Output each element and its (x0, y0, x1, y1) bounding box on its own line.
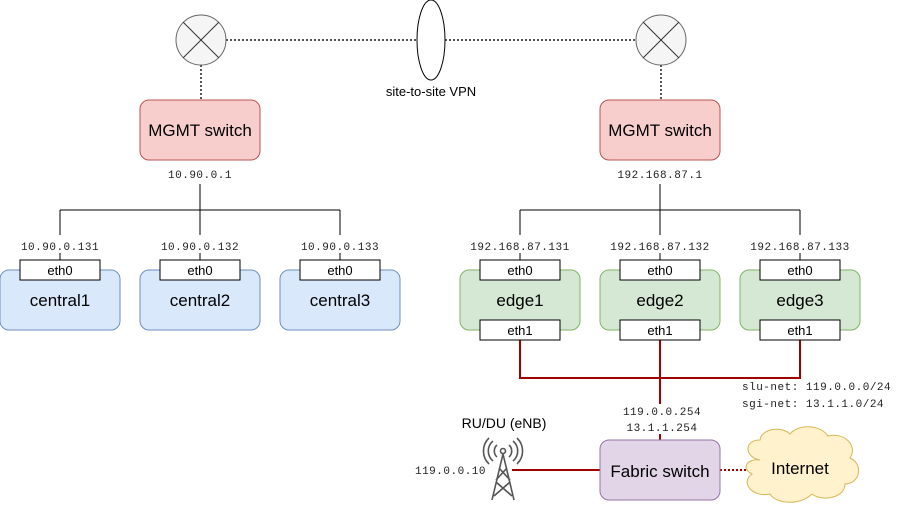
edge-switch-ip: 192.168.87.1 (617, 170, 702, 182)
svg-text:edge3: edge3 (776, 291, 823, 310)
edge-mgmt-switch[interactable]: MGMT switch (599, 99, 721, 161)
svg-text:eth0: eth0 (187, 263, 212, 278)
central-mgmt-switch[interactable]: MGMT switch (139, 99, 261, 161)
router-icon (635, 14, 687, 66)
svg-text:eth1: eth1 (647, 323, 672, 338)
vpn-tunnel (416, 0, 446, 81)
svg-text:edge2: edge2 (636, 291, 683, 310)
svg-text:192.168.87.132: 192.168.87.132 (610, 242, 709, 254)
svg-text:10.90.0.132: 10.90.0.132 (161, 242, 239, 254)
svg-text:eth0: eth0 (507, 263, 532, 278)
svg-text:eth0: eth0 (647, 263, 672, 278)
svg-text:eth1: eth1 (787, 323, 812, 338)
enb-label: RU/DU (eNB) (462, 415, 547, 431)
fabric-switch[interactable]: Fabric switch (599, 439, 721, 501)
svg-text:192.168.87.131: 192.168.87.131 (470, 242, 569, 254)
svg-text:eth0: eth0 (787, 263, 812, 278)
sgi-net-label: sgi-net: 13.1.1.0/24 (742, 399, 884, 411)
network-diagram: site-to-site VPN MGMT switch MGMT switch… (0, 0, 891, 503)
vpn-label: site-to-site VPN (386, 84, 476, 99)
svg-text:central2: central2 (170, 291, 230, 310)
svg-text:Fabric switch: Fabric switch (610, 462, 709, 481)
svg-text:central1: central1 (30, 291, 90, 310)
svg-text:10.90.0.131: 10.90.0.131 (21, 242, 99, 254)
svg-text:eth0: eth0 (47, 263, 72, 278)
svg-text:eth1: eth1 (507, 323, 532, 338)
internet-cloud: Internet (745, 426, 860, 503)
router-icon (175, 14, 227, 66)
enb-ip: 119.0.0.10 (415, 466, 486, 478)
central-switch-ip: 10.90.0.1 (168, 170, 232, 182)
svg-text:eth0: eth0 (327, 263, 352, 278)
svg-text:10.90.0.133: 10.90.0.133 (301, 242, 379, 254)
svg-text:Internet: Internet (771, 459, 829, 478)
svg-text:edge1: edge1 (496, 291, 543, 310)
fabric-ip-2: 13.1.1.254 (626, 423, 697, 435)
svg-text:MGMT switch: MGMT switch (608, 121, 712, 140)
svg-text:192.168.87.133: 192.168.87.133 (750, 242, 849, 254)
svg-text:MGMT switch: MGMT switch (148, 121, 252, 140)
fabric-ip-1: 119.0.0.254 (623, 407, 701, 419)
slu-net-label: slu-net: 119.0.0.0/24 (742, 382, 891, 394)
svg-text:central3: central3 (310, 291, 370, 310)
